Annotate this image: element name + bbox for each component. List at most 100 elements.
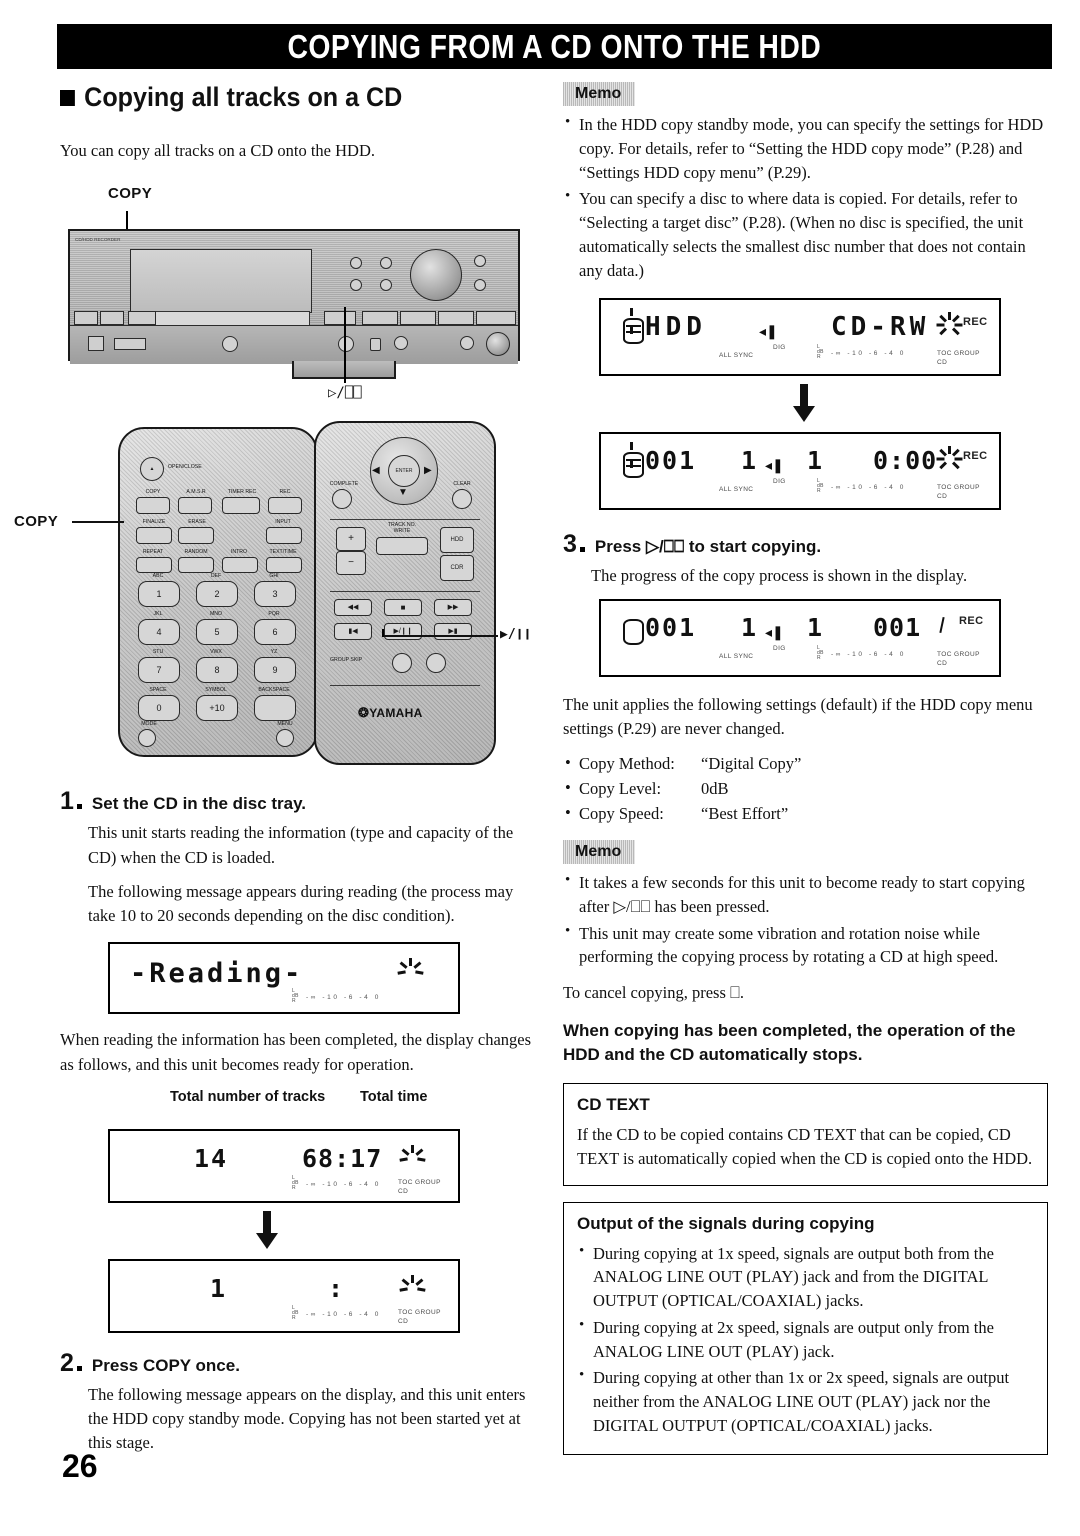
remote-play-pause-callout: ▶/❙❙ [500, 627, 532, 643]
remote-erase-button[interactable] [178, 527, 214, 545]
phones-jack[interactable] [338, 336, 354, 353]
level-button[interactable] [460, 336, 474, 351]
step-1-body: This unit starts reading the information… [88, 821, 540, 928]
lcd-rec-indicator: REC [963, 316, 988, 329]
output-signals-list: During copying at 1x speed, signals are … [577, 1241, 1034, 1438]
track-no-write-button[interactable] [376, 537, 428, 556]
display-button[interactable] [324, 311, 356, 326]
keypad-letters-backspace: BACKSPACE [258, 687, 290, 694]
cd-text-heading: CD TEXT [577, 1095, 650, 1115]
search-back-button[interactable]: ◀◀ [334, 599, 372, 617]
keypad-button-9[interactable]: 9 [254, 657, 296, 684]
copy-speed-key: Copy Speed: [579, 804, 664, 824]
stop-button[interactable] [476, 311, 516, 326]
copy-method-key: Copy Method: [579, 754, 675, 773]
page-number: 26 [62, 1448, 98, 1484]
keypad-button-backspace[interactable] [254, 695, 296, 722]
enter-button[interactable]: ENTER [388, 455, 420, 488]
lcd-progress-time: 001 [873, 612, 922, 642]
remote-repeat-button[interactable] [136, 557, 172, 574]
cursor-left-icon[interactable]: ◀ [372, 465, 380, 476]
remote-intro-button[interactable] [222, 557, 258, 574]
blink-indicator-icon-2 [399, 1144, 426, 1171]
lcd-all-sync-label-3: ALL SYNC [719, 652, 754, 660]
next-button[interactable] [400, 311, 436, 326]
keypad-button-3[interactable]: 3 [254, 581, 296, 608]
remote-amsr-button[interactable] [178, 497, 212, 515]
input-button[interactable] [100, 311, 124, 326]
rec-button[interactable] [394, 336, 408, 351]
multi-jog-knob[interactable] [410, 249, 462, 302]
step-1-title: Set the CD in the disc tray. [91, 794, 307, 814]
cursor-down-icon[interactable]: ▼ [398, 487, 408, 498]
keypad-button-8[interactable]: 8 [196, 657, 238, 684]
cd-text-body: If the CD to be copied contains CD TEXT … [577, 1125, 1033, 1169]
skip-fwd-button[interactable]: ▶▮ [434, 623, 472, 641]
power-button[interactable] [74, 311, 98, 326]
search-fwd-button[interactable]: ▶▶ [434, 599, 472, 617]
remote-input-button[interactable] [266, 527, 302, 545]
lcd-level-scale-6: -∞ -10 -6 -4 0 [831, 650, 906, 658]
lcd-toc-group-label-4: TOC GROUP [937, 484, 980, 492]
keypad-button-2[interactable]: 2 [196, 581, 238, 608]
unit-chassis: CD/HDD RECORDER [68, 229, 520, 365]
headphone-icon [88, 336, 104, 352]
volume-down-button[interactable]: − [336, 551, 366, 576]
keypad-button-4[interactable]: 4 [138, 619, 180, 646]
lcd-level-scale-3: -∞ -10 -6 -4 0 [306, 1310, 381, 1318]
lcd-cd-label-2: CD [398, 1317, 409, 1325]
play-pause-button[interactable] [438, 311, 474, 326]
bullet-square-icon [60, 89, 75, 106]
keypad-button-0[interactable]: 0 [138, 695, 180, 722]
volume-knob[interactable] [486, 332, 510, 357]
lcd-toc-group-label-2: TOC GROUP [398, 1308, 441, 1316]
step-3-body: The progress of the copy process is show… [591, 564, 1048, 588]
play-pause-remote-leader [382, 635, 498, 637]
remote-copy-button[interactable] [136, 497, 170, 515]
copy-method-value: “Digital Copy” [701, 754, 802, 773]
step-number-dot-2 [76, 1365, 82, 1371]
disc-tray-window [130, 249, 312, 314]
stop-button[interactable]: ■ [384, 599, 422, 617]
remote-sensor-icon [222, 336, 238, 353]
lcd-dig-label-2: DIG [773, 478, 786, 486]
remote-random-button[interactable] [178, 557, 214, 574]
remote-timer-rec-button[interactable] [222, 497, 260, 515]
keypad-button-6[interactable]: 6 [254, 619, 296, 646]
step-1-header: 1 Set the CD in the disc tray. [60, 789, 540, 814]
default-setting-row: Copy Method: “Digital Copy” [563, 750, 1048, 776]
step-3-number: 3 [563, 530, 577, 559]
lcd-cd-label: CD [398, 1187, 409, 1195]
step-3-title: Press ▷/⎕⎕ to start copying. [594, 537, 822, 557]
keypad-button-5[interactable]: 5 [196, 619, 238, 646]
lcd-progress-track-to: 1 [807, 612, 823, 642]
aux-slot[interactable] [114, 338, 146, 351]
lcd-reading-display: -Reading- -∞ -10 -6 -4 0 LdB R [108, 942, 460, 1015]
copy-direction-icon-3: ◂❚ [765, 625, 784, 641]
remote-finalize-button[interactable] [136, 527, 172, 545]
random-key-label: RANDOM [184, 549, 208, 556]
keypad-letters-8: VWX [210, 649, 222, 656]
cursor-right-icon[interactable]: ▶ [424, 465, 432, 476]
amsr-key-label: A.M.S.R [186, 489, 206, 496]
cdr-source-button[interactable]: CDR [440, 555, 474, 582]
keypad-button-7[interactable]: 7 [138, 657, 180, 684]
lcd-dig-label: DIG [773, 344, 786, 352]
prev-button[interactable] [362, 311, 398, 326]
play-pause-callout-label: ▷/⎕⎕ [328, 385, 362, 402]
keypad-button-1[interactable]: 1 [138, 581, 180, 608]
step-2-body: The following message appears on the dis… [88, 1383, 540, 1456]
keypad-button-+10[interactable]: +10 [196, 695, 238, 722]
volume-up-button[interactable]: + [336, 527, 366, 552]
copy-key-label: COPY [145, 489, 161, 496]
remote-text-time-button[interactable] [266, 557, 302, 574]
remote-rec-button[interactable] [268, 497, 302, 515]
source-button[interactable] [370, 338, 381, 352]
default-setting-row: Copy Speed: “Best Effort” [563, 800, 1048, 826]
play-pause-button[interactable]: ▶/❙❙ [384, 623, 422, 641]
skip-back-button[interactable]: ▮◀ [334, 623, 372, 641]
cancel-copy-paragraph: To cancel copying, press ⎕. [563, 983, 745, 1003]
hdd-source-button[interactable]: HDD [440, 527, 474, 554]
keypad-letters-+10: SYMBOL [205, 687, 227, 694]
copy-button[interactable] [128, 311, 156, 326]
